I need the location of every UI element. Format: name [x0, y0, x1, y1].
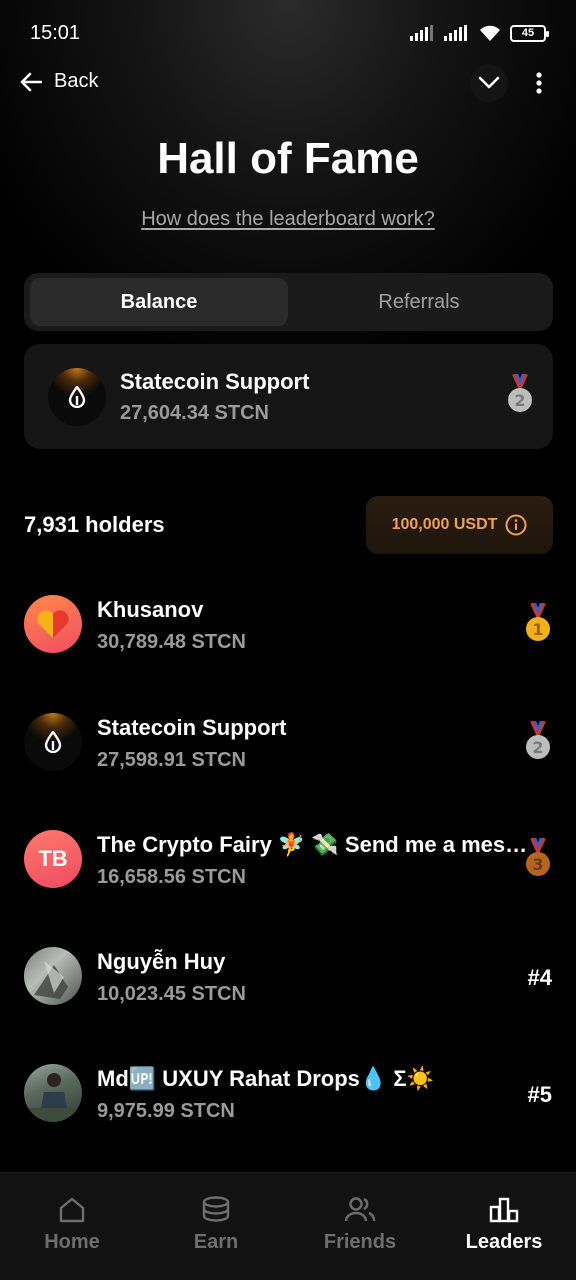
more-menu-button[interactable]	[524, 64, 554, 102]
leader-balance: 16,658.56 STCN	[97, 866, 246, 888]
user-photo	[34, 961, 68, 999]
leader-rank: #4	[527, 965, 552, 990]
svg-text:2: 2	[532, 738, 543, 757]
tab-balance[interactable]: Balance	[30, 278, 288, 326]
gold-medal-icon: 1	[526, 603, 550, 641]
leader-name: Statecoin Support	[97, 715, 287, 740]
avatar	[24, 713, 82, 771]
signal-icon	[410, 25, 433, 41]
leader-row[interactable]: Md🆙 UXUY Rahat Drops💧 Σ☀️ 9,975.99 STCN …	[0, 1054, 576, 1134]
user-photo	[24, 1073, 82, 1122]
tab-bar: Balance Referrals	[24, 273, 553, 331]
avatar: TB	[24, 830, 82, 888]
silver-medal-icon: 2	[526, 721, 550, 759]
leader-row[interactable]: TB The Crypto Fairy 🧚 💸 Send me a mes… 1…	[0, 820, 576, 900]
svg-text:3: 3	[532, 855, 543, 874]
leaderboard-help-link[interactable]: How does the leaderboard work?	[0, 208, 576, 231]
svg-text:2: 2	[514, 391, 525, 410]
leaderboard-icon	[489, 1197, 519, 1223]
statecoin-logo-icon	[68, 386, 86, 408]
page-title: Hall of Fame	[157, 134, 419, 183]
heart-icon	[37, 610, 69, 638]
leader-row[interactable]: Nguyễn Huy 10,023.45 STCN #4	[0, 937, 576, 1017]
status-icons: 45	[410, 22, 549, 44]
holders-count: 7,931 holders	[24, 512, 165, 537]
leader-balance: 10,023.45 STCN	[97, 983, 246, 1005]
prize-pool-label: 100,000 USDT	[391, 516, 498, 533]
nav-friends[interactable]: Friends	[288, 1173, 432, 1280]
silver-medal-icon: 2	[508, 374, 532, 412]
nav-leaders-label: Leaders	[465, 1231, 543, 1253]
leader-name: Nguyễn Huy	[97, 949, 226, 974]
tab-referrals[interactable]: Referrals	[290, 278, 548, 326]
coins-icon	[202, 1196, 230, 1222]
leader-balance: 9,975.99 STCN	[97, 1100, 235, 1122]
nav-friends-label: Friends	[323, 1231, 397, 1253]
collapse-button[interactable]	[470, 64, 508, 102]
avatar	[48, 368, 106, 426]
friends-icon	[344, 1197, 376, 1222]
nav-leaders[interactable]: Leaders	[432, 1173, 576, 1280]
svg-text:1: 1	[532, 620, 543, 639]
leader-row[interactable]: Khusanov 30,789.48 STCN 1	[0, 585, 576, 665]
nav-earn[interactable]: Earn	[144, 1173, 288, 1280]
avatar	[24, 947, 82, 1005]
leader-name: Md🆙 UXUY Rahat Drops💧 Σ☀️	[97, 1066, 435, 1091]
status-time: 15:01	[30, 22, 81, 44]
battery-icon: 45	[510, 24, 549, 42]
leader-name: Khusanov	[97, 597, 204, 622]
top-nav: Back	[0, 60, 576, 108]
more-vertical-icon	[536, 72, 542, 94]
signal-icon	[444, 25, 467, 41]
home-icon	[59, 1197, 85, 1223]
leader-rank: #5	[527, 1082, 552, 1107]
status-bar: 15:01 45	[0, 0, 576, 66]
info-icon	[505, 514, 527, 536]
avatar-initials: TB	[38, 846, 68, 871]
leader-name: The Crypto Fairy 🧚 💸 Send me a mes…	[97, 832, 528, 857]
bronze-medal-icon: 3	[526, 838, 550, 876]
statecoin-logo-icon	[44, 731, 62, 753]
wifi-icon	[480, 25, 500, 41]
my-rank-card[interactable]: Statecoin Support 27,604.34 STCN 2	[24, 344, 553, 449]
my-name: Statecoin Support	[120, 369, 310, 394]
nav-home-label: Home	[44, 1231, 100, 1253]
leader-row[interactable]: Statecoin Support 27,598.91 STCN 2	[0, 703, 576, 783]
nav-home[interactable]: Home	[0, 1173, 144, 1280]
leader-balance: 30,789.48 STCN	[97, 631, 246, 653]
bottom-nav: Home Earn Friends Leaders	[0, 1172, 576, 1280]
avatar	[24, 595, 82, 653]
arrow-left-icon	[20, 72, 42, 91]
battery-level: 45	[521, 27, 535, 39]
leader-balance: 27,598.91 STCN	[97, 749, 246, 771]
avatar	[24, 1064, 82, 1122]
back-button[interactable]: Back	[20, 70, 98, 93]
chevron-down-icon	[478, 76, 500, 89]
nav-earn-label: Earn	[193, 1231, 239, 1253]
my-balance: 27,604.34 STCN	[120, 402, 269, 424]
prize-pool-button[interactable]: 100,000 USDT	[366, 496, 553, 554]
back-label: Back	[54, 70, 99, 92]
